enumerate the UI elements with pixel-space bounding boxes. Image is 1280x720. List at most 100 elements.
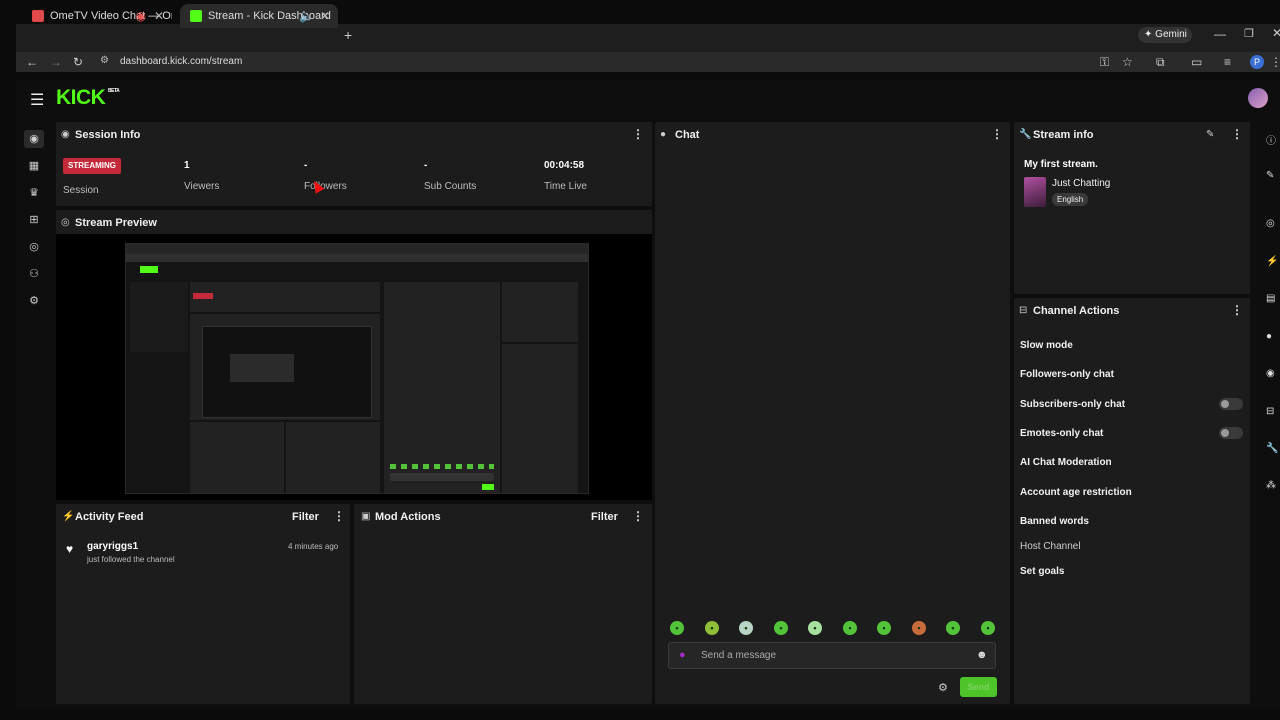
restore-icon[interactable]: ❐ <box>1244 27 1254 40</box>
mod-actions-menu-icon[interactable]: ⋮ <box>632 509 644 523</box>
emote-1-icon[interactable]: • <box>670 621 684 635</box>
emotes-only-toggle[interactable] <box>1219 427 1243 439</box>
hamburger-menu-icon[interactable]: ☰ <box>30 90 44 110</box>
minimize-icon[interactable]: — <box>1214 27 1226 41</box>
chat-menu-icon[interactable]: ⋮ <box>991 127 1003 141</box>
reload-icon[interactable]: ↻ <box>73 52 83 72</box>
rail-camera-icon[interactable]: ◎ <box>1266 218 1275 229</box>
viewers-label: Viewers <box>184 181 220 192</box>
emote-9-icon[interactable]: • <box>946 621 960 635</box>
nav-achievements-icon[interactable]: ♛ <box>28 187 40 199</box>
password-key-icon[interactable]: ⚿ <box>1100 52 1109 72</box>
followers-only-action[interactable]: Followers-only chat <box>1020 369 1114 380</box>
session-info-menu-icon[interactable]: ⋮ <box>632 127 644 141</box>
camera-icon: ◎ <box>61 217 70 228</box>
subscribers-only-action[interactable]: Subscribers-only chat <box>1020 399 1125 410</box>
site-info-icon[interactable]: ⚙ <box>100 55 109 66</box>
close-tab-icon[interactable]: ✕ <box>320 4 330 28</box>
ai-moderation-action[interactable]: AI Chat Moderation <box>1020 457 1112 468</box>
emote-5-icon[interactable]: • <box>808 621 822 635</box>
stream-category[interactable]: Just Chatting <box>1052 178 1110 189</box>
heart-icon: ♥ <box>66 542 74 556</box>
rail-edit-icon[interactable]: ✎ <box>1266 170 1274 181</box>
channel-actions-menu-icon[interactable]: ⋮ <box>1231 303 1243 317</box>
category-thumbnail[interactable] <box>1024 177 1046 207</box>
host-channel-action[interactable]: Host Channel <box>1020 541 1081 552</box>
emote-7-icon[interactable]: • <box>877 621 891 635</box>
close-tab-icon[interactable]: ✕ <box>154 4 164 28</box>
user-avatar[interactable] <box>1248 88 1268 108</box>
profile-avatar[interactable]: P <box>1250 55 1264 69</box>
edit-pencil-icon[interactable]: ✎ <box>1206 129 1214 140</box>
browser-menu-icon[interactable]: ⋮ <box>1270 52 1280 72</box>
mod-actions-filter-button[interactable]: Filter <box>591 511 618 523</box>
kick-favicon-icon <box>190 10 202 22</box>
close-window-icon[interactable]: ✕ <box>1272 26 1280 40</box>
rail-chat-icon[interactable]: ● <box>1266 331 1272 342</box>
activity-filter-button[interactable]: Filter <box>292 511 319 523</box>
lightning-icon: ⚡ <box>62 511 75 522</box>
sparkle-icon: ✦ <box>1144 29 1153 40</box>
stream-info-menu-icon[interactable]: ⋮ <box>1231 127 1243 141</box>
preview-mod-actions <box>286 422 380 493</box>
back-icon[interactable]: ← <box>26 52 38 72</box>
beta-badge: BETA <box>108 88 120 94</box>
send-button[interactable]: Send <box>960 677 997 697</box>
new-tab-button[interactable]: + <box>344 27 352 43</box>
screen: OmeTV Video Chat — Ome ◉ ✕ Stream - Kick… <box>0 0 1280 720</box>
nav-channel-icon[interactable]: ⚇ <box>28 268 40 280</box>
wrench-icon: 🔧 <box>1019 129 1032 140</box>
emote-2-icon[interactable]: • <box>705 621 719 635</box>
tab-kick-dashboard[interactable]: Stream - Kick Dashboard 🔈 ✕ <box>180 4 338 28</box>
rail-wrench-icon[interactable]: 🔧 <box>1266 443 1278 454</box>
media-icon[interactable]: ≡ <box>1224 52 1231 72</box>
stream-preview-video[interactable] <box>125 243 589 494</box>
emote-3-icon[interactable]: • <box>739 621 753 635</box>
cast-icon[interactable]: ▭ <box>1191 52 1202 72</box>
gemini-button[interactable]: ✦ Gemini <box>1138 27 1192 43</box>
emote-4-icon[interactable]: • <box>774 621 788 635</box>
emoji-picker-icon[interactable]: ☻ <box>976 649 988 661</box>
chat-bubble-icon: ● <box>660 129 667 140</box>
emote-10-icon[interactable]: • <box>981 621 995 635</box>
stream-title: My first stream. <box>1024 159 1098 170</box>
stream-preview-title: Stream Preview <box>75 217 157 229</box>
bookmark-star-icon[interactable]: ☆ <box>1122 52 1133 72</box>
nav-revenue-icon[interactable]: ▦ <box>28 160 40 172</box>
set-goals-action[interactable]: Set goals <box>1020 566 1064 577</box>
info-icon[interactable]: ⓘ <box>1266 132 1276 147</box>
mod-actions-panel <box>354 504 652 704</box>
slow-mode-action[interactable]: Slow mode <box>1020 340 1073 351</box>
nav-stream-icon[interactable]: ◉ <box>28 133 40 145</box>
emote-6-icon[interactable]: • <box>843 621 857 635</box>
mod-actions-title: Mod Actions <box>375 511 441 523</box>
activity-user[interactable]: garyriggs1 <box>87 541 138 552</box>
activity-feed-menu-icon[interactable]: ⋮ <box>333 509 345 523</box>
channel-actions-panel <box>1014 298 1250 704</box>
extensions-icon[interactable]: ⧉ <box>1156 52 1165 72</box>
emotes-only-action[interactable]: Emotes-only chat <box>1020 428 1103 439</box>
url-bar[interactable]: ⚙ dashboard.kick.com/stream <box>94 52 1144 72</box>
activity-feed-title: Activity Feed <box>75 511 144 523</box>
logo-text: KICK <box>56 86 106 109</box>
banned-words-action[interactable]: Banned words <box>1020 516 1089 527</box>
nav-drops-icon[interactable]: ⊞ <box>28 214 40 226</box>
rail-notes-icon[interactable]: ▤ <box>1266 293 1275 304</box>
tab-ometv[interactable]: OmeTV Video Chat — Ome ◉ ✕ <box>22 4 172 28</box>
url-text[interactable]: dashboard.kick.com/stream <box>120 56 242 67</box>
rail-lightning-icon[interactable]: ⚡ <box>1266 256 1278 267</box>
rail-apps-icon[interactable]: ⁂ <box>1266 480 1276 491</box>
forward-icon[interactable]: → <box>50 52 62 72</box>
preview-logo <box>140 266 158 273</box>
account-age-action[interactable]: Account age restriction <box>1020 487 1132 498</box>
subscribers-only-toggle[interactable] <box>1219 398 1243 410</box>
chat-input-placeholder: Send a message <box>701 650 777 661</box>
nav-settings-icon[interactable]: ⚙ <box>28 295 40 307</box>
kick-logo[interactable]: KICK BETA <box>56 86 120 110</box>
emote-8-icon[interactable]: • <box>912 621 926 635</box>
chat-input[interactable]: ● Send a message ☻ <box>668 642 996 669</box>
rail-sliders-icon[interactable]: ⊟ <box>1266 406 1274 417</box>
nav-studio-icon[interactable]: ◎ <box>28 241 40 253</box>
rail-broadcast-icon[interactable]: ◉ <box>1266 368 1275 379</box>
chat-settings-icon[interactable]: ⚙ <box>938 681 948 694</box>
